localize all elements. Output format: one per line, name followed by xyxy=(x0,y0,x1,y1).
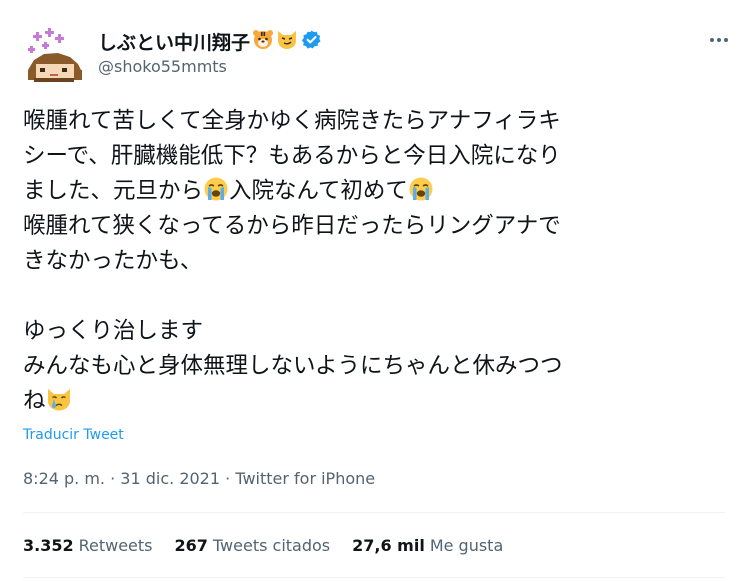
display-name[interactable]: しぶとい中川翔子 xyxy=(98,28,250,55)
tweet-line: 喉腫れて狭くなってるから昨日だったらリングアナで xyxy=(23,213,561,239)
tweet-text: 喉腫れて苦しくて全身かゆく病院きたらアナフィラキ シーで、肝臓機能低下？もあるか… xyxy=(23,104,723,419)
tweet-line-start: ね xyxy=(23,388,46,414)
more-options-icon xyxy=(710,38,728,42)
quote-tweets-stat[interactable]: 267 Tweets citados xyxy=(175,536,331,555)
crying-cat-icon xyxy=(46,386,72,412)
tweet-line: きなかったかも、 xyxy=(23,248,203,274)
smirking-cat-icon xyxy=(276,28,298,55)
tweet-metadata: 8:24 p. m. · 31 dic. 2021 · Twitter for … xyxy=(23,469,375,488)
quote-tweets-count: 267 xyxy=(174,536,208,555)
retweets-stat[interactable]: 3.352 Retweets xyxy=(23,536,153,555)
translate-tweet-link[interactable]: Traducir Tweet xyxy=(23,427,124,443)
tweet-line: ね xyxy=(23,384,723,419)
tweet-source[interactable]: Twitter for iPhone xyxy=(235,469,375,488)
tweet-time[interactable]: 8:24 p. m. xyxy=(23,469,105,488)
tweet-line: ゆっくり治します xyxy=(23,318,204,344)
tweet-line-end: 入院なんて初めて xyxy=(229,178,408,204)
tweet-line: シーで、肝臓機能低下？もあるからと今日入院になり xyxy=(23,143,561,169)
meta-separator: · xyxy=(225,469,231,488)
tweet-card: しぶとい中川翔子 @shoko55mmts 喉腫れて苦しくて全身かゆく病院きたら… xyxy=(0,0,747,581)
more-options-button[interactable] xyxy=(706,30,732,50)
tweet-line: 喉腫れて苦しくて全身かゆく病院きたらアナフィラキ xyxy=(23,108,561,134)
retweets-count: 3.352 xyxy=(23,536,74,555)
meta-separator: · xyxy=(110,469,116,488)
tiger-face-icon xyxy=(252,28,274,55)
divider xyxy=(23,577,725,578)
avatar[interactable] xyxy=(22,26,86,90)
tweet-date[interactable]: 31 dic. 2021 xyxy=(120,469,220,488)
engagement-stats: 3.352 Retweets 267 Tweets citados 27,6 mil… xyxy=(23,536,503,555)
likes-stat[interactable]: 27,6 mil Me gusta xyxy=(352,536,503,555)
loudly-crying-face-icon xyxy=(408,176,434,202)
quote-tweets-label: Tweets citados xyxy=(212,536,331,555)
divider xyxy=(23,512,725,513)
tweet-line: ました、元旦から 入院なんて初めて xyxy=(23,174,723,209)
likes-label: Me gusta xyxy=(429,536,504,555)
user-handle[interactable]: @shoko55mmts xyxy=(98,57,227,76)
verified-badge-icon xyxy=(301,29,322,55)
tweet-line-start: ました、元旦から xyxy=(23,178,204,204)
display-name-row[interactable]: しぶとい中川翔子 xyxy=(98,28,322,55)
retweets-label: Retweets xyxy=(78,536,153,555)
likes-count: 27,6 mil xyxy=(352,536,425,555)
tweet-line: みんなも心と身体無理しないようにちゃんと休みつつ xyxy=(23,353,563,379)
loudly-crying-face-icon xyxy=(203,176,229,202)
